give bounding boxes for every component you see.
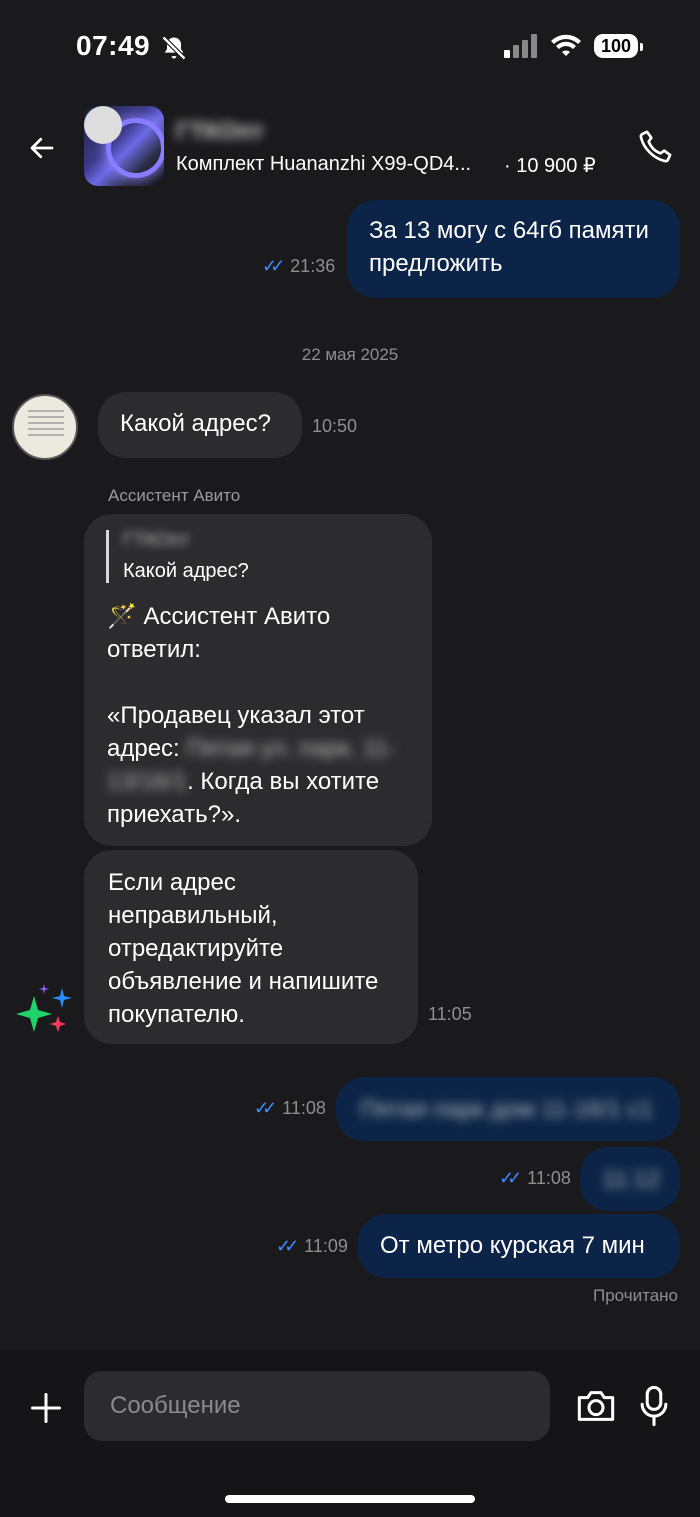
listing-price: · 10 900 ₽ (504, 155, 596, 177)
status-icons: 100 (503, 34, 644, 58)
call-button[interactable] (636, 126, 680, 170)
assistant-label: Ассистент Авито (108, 486, 241, 505)
status-time: 07:49 (76, 30, 151, 61)
wifi-icon (550, 34, 581, 56)
date-separator: 22 мая 2025 (301, 345, 399, 364)
camera-icon (577, 1391, 615, 1421)
outgoing-message[interactable]: Пятая парк дом 11-16/1 с1 (336, 1077, 680, 1141)
home-indicator[interactable] (225, 1495, 475, 1503)
quoted-sender: ГТКОпт (123, 530, 190, 551)
camera-button[interactable] (574, 1386, 618, 1426)
signal-icon (503, 34, 537, 58)
mic-button[interactable] (636, 1384, 672, 1428)
attach-button[interactable] (28, 1390, 64, 1426)
read-status: Прочитано (593, 1286, 678, 1305)
seller-name[interactable]: ГТКОпт (176, 118, 264, 146)
battery-indicator: 100 (593, 34, 644, 58)
assistant-reply: 🪄 Ассистент Авито ответил: «Продавец ука… (107, 600, 417, 831)
quoted-text: Какой адрес? (123, 560, 249, 582)
arrow-left-icon (30, 137, 54, 159)
seller-avatar[interactable] (12, 394, 78, 460)
message-time: ✓✓ 11:08 (499, 1168, 571, 1188)
listing-title: Комплект Huananzhi X99-QD4... (176, 153, 472, 175)
plus-icon (31, 1393, 61, 1423)
microphone-icon (640, 1385, 668, 1427)
outgoing-message[interactable]: 11:12 (580, 1147, 680, 1211)
back-button[interactable] (22, 128, 62, 168)
message-time: ✓✓ 11:08 (254, 1098, 326, 1118)
double-check-icon: ✓✓ (254, 1098, 277, 1118)
double-check-icon: ✓✓ (499, 1168, 522, 1188)
message-time: 11:05 (428, 1004, 472, 1024)
assistant-intro: 🪄 Ассистент Авито ответил: (107, 603, 331, 663)
message-time: ✓✓ 11:09 (276, 1236, 348, 1256)
incoming-message[interactable]: Какой адрес? (98, 392, 302, 458)
seller-avatar-small (84, 106, 122, 144)
double-check-icon: ✓✓ (262, 256, 285, 276)
sparkle-icon (16, 984, 72, 1032)
message-time: ✓✓ 21:36 (262, 256, 336, 276)
double-check-icon: ✓✓ (276, 1236, 299, 1256)
bell-muted-icon (161, 35, 187, 61)
listing-info[interactable]: Комплект Huananzhi X99-QD4... · 10 900 ₽ (176, 153, 596, 178)
phone-icon (639, 130, 672, 163)
outgoing-message[interactable]: От метро курская 7 мин (358, 1214, 680, 1278)
outgoing-message[interactable]: За 13 могу с 64гб памяти предложить (347, 200, 680, 298)
message-time: 10:50 (312, 416, 358, 436)
quoted-message[interactable]: ГТКОпт Какой адрес? (106, 530, 249, 583)
listing-thumbnail[interactable] (84, 106, 164, 186)
message-input[interactable] (84, 1371, 550, 1441)
assistant-message[interactable]: Если адрес неправильный, отредактируйте … (84, 850, 418, 1044)
assistant-body: «Продавец указал этот адрес: Пятая ул. п… (107, 702, 396, 828)
